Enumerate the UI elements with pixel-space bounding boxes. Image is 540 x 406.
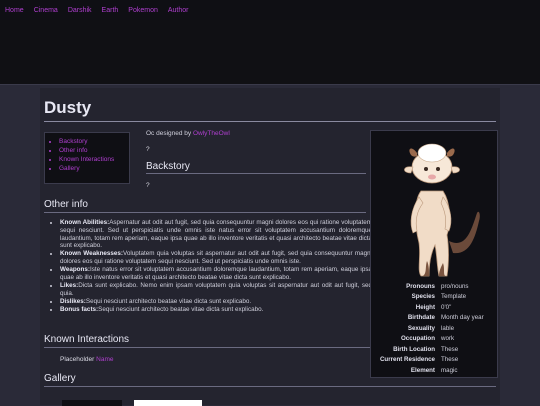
item-text: Dicta sunt explicabo. Nemo enim ipsam vo… bbox=[60, 281, 372, 297]
infobox-value: work bbox=[441, 335, 455, 343]
nav-cinema[interactable]: Cinema bbox=[29, 7, 63, 14]
infobox-value: pro/nouns bbox=[441, 282, 469, 290]
item-text: Sequi nesciunt architecto beatae vitae d… bbox=[85, 297, 252, 305]
gallery-divider bbox=[44, 386, 496, 387]
gallery-image[interactable] bbox=[62, 400, 122, 406]
toc-item-backstory: Backstory bbox=[59, 137, 129, 146]
item-text: Iste natus error sit voluptatem accusant… bbox=[60, 266, 372, 281]
gallery-image[interactable] bbox=[134, 400, 202, 406]
list-item: Bonus facts:Sequi nesciunt architecto be… bbox=[60, 306, 372, 314]
toc-link-known-interactions[interactable]: Known Interactions bbox=[59, 156, 114, 163]
toc-item-known-interactions: Known Interactions bbox=[59, 155, 129, 164]
character-portrait bbox=[371, 131, 497, 279]
infobox-value: 0'0" bbox=[441, 303, 452, 311]
list-item: Dislikes:Sequi nesciunt architecto beata… bbox=[60, 298, 372, 306]
infobox-row: Element magic bbox=[371, 365, 497, 376]
designer-link[interactable]: OwlyTheOwl bbox=[193, 130, 230, 137]
character-infobox: Pronouns pro/nouns Species Template Height… bbox=[370, 130, 498, 378]
infobox-row: Current Residence These bbox=[371, 355, 497, 366]
other-info-heading: Other info bbox=[44, 199, 88, 210]
nav-author[interactable]: Author bbox=[163, 7, 194, 14]
infobox-key: Sexuality bbox=[407, 324, 435, 332]
item-label: Known Weaknesses: bbox=[60, 250, 124, 258]
infobox-row: Birthdate Month day year bbox=[371, 313, 497, 324]
title-divider bbox=[44, 121, 496, 122]
item-label: Dislikes: bbox=[60, 297, 86, 305]
infobox-row: Species Template bbox=[371, 292, 497, 303]
infobox-value: These bbox=[441, 345, 459, 353]
infobox-key: Current Residence bbox=[379, 356, 435, 364]
infobox-key: Birth Location bbox=[393, 345, 435, 353]
backstory-heading: Backstory bbox=[146, 161, 190, 172]
nav-earth[interactable]: Earth bbox=[97, 7, 124, 14]
table-of-contents: Backstory Other info Known Interactions … bbox=[44, 132, 130, 184]
infobox-row: Sexuality lable bbox=[371, 323, 497, 334]
item-label: Likes: bbox=[60, 281, 79, 289]
top-nav: Home Cinema Darshik Earth Pokemon Author bbox=[0, 0, 540, 20]
credit-prefix: Oc designed by bbox=[146, 130, 192, 137]
list-item: Known Abilities:Aspernatur aut odit aut … bbox=[60, 219, 372, 250]
known-interactions-heading: Known Interactions bbox=[44, 334, 130, 345]
intro-credit: Oc designed by OwlyTheOwl bbox=[146, 130, 230, 137]
infobox-value: Month day year bbox=[441, 314, 484, 322]
other-info-list: Known Abilities:Aspernatur aut odit aut … bbox=[46, 219, 372, 314]
nav-pokemon[interactable]: Pokemon bbox=[123, 7, 163, 14]
nav-home[interactable]: Home bbox=[0, 7, 29, 14]
infobox-row: Birth Location These bbox=[371, 344, 497, 355]
list-item: Weapons:Iste natus error sit voluptatem … bbox=[60, 266, 372, 282]
infobox-key: Occupation bbox=[400, 335, 435, 343]
list-item: Likes:Dicta sunt explicabo. Nemo enim ip… bbox=[60, 282, 372, 298]
toc-item-other-info: Other info bbox=[59, 146, 129, 155]
infobox-table: Pronouns pro/nouns Species Template Height… bbox=[371, 281, 497, 376]
interaction-entry: Placeholder Name bbox=[60, 356, 113, 363]
item-text: Sequi nesciunt architecto beatae vitae d… bbox=[98, 305, 264, 313]
other-info-divider bbox=[44, 212, 366, 213]
item-label: Known Abilities: bbox=[60, 219, 110, 226]
infobox-value: Template bbox=[441, 293, 467, 301]
backstory-text: ? bbox=[146, 182, 150, 189]
toc-link-other-info[interactable]: Other info bbox=[59, 147, 88, 154]
gallery-heading: Gallery bbox=[44, 373, 76, 384]
backstory-divider bbox=[146, 173, 366, 174]
page-title: Dusty bbox=[44, 98, 92, 117]
toc-link-gallery[interactable]: Gallery bbox=[59, 165, 80, 172]
infobox-row: Pronouns pro/nouns bbox=[371, 281, 497, 292]
header-banner bbox=[0, 20, 540, 85]
infobox-value: These bbox=[441, 356, 459, 364]
nav-darshik[interactable]: Darshik bbox=[63, 7, 97, 14]
intro-placeholder: ? bbox=[146, 146, 150, 153]
item-label: Bonus facts: bbox=[60, 305, 99, 313]
toc-item-gallery: Gallery bbox=[59, 164, 129, 173]
infobox-key: Height bbox=[415, 303, 435, 311]
infobox-key: Birthdate bbox=[407, 314, 435, 322]
infobox-key: Species bbox=[411, 293, 435, 301]
interaction-name-link[interactable]: Name bbox=[96, 356, 113, 363]
interaction-prefix: Placeholder bbox=[60, 356, 95, 363]
infobox-value: lable bbox=[441, 324, 455, 332]
infobox-row: Height 0'0" bbox=[371, 302, 497, 313]
infobox-value: magic bbox=[441, 366, 458, 374]
toc-link-backstory[interactable]: Backstory bbox=[59, 138, 88, 145]
list-item: Known Weaknesses:Voluptatem quia volupta… bbox=[60, 250, 372, 266]
main-content: Dusty Backstory Other info Known Interac… bbox=[40, 88, 500, 406]
infobox-key: Pronouns bbox=[406, 282, 435, 290]
infobox-key: Element bbox=[410, 366, 435, 374]
infobox-row: Occupation work bbox=[371, 334, 497, 345]
item-label: Weapons: bbox=[60, 266, 90, 274]
